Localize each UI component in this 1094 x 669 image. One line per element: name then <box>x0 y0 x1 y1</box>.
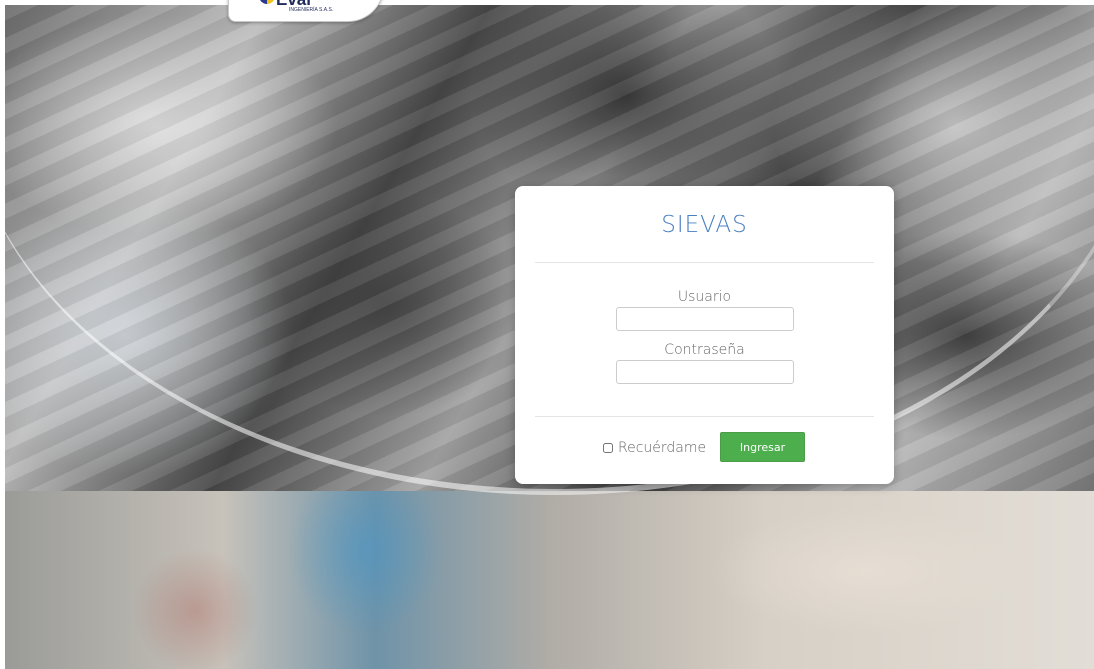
username-input[interactable] <box>616 307 794 331</box>
remember-me[interactable]: Recuérdame <box>603 440 706 456</box>
password-label: Contraseña <box>664 342 745 358</box>
login-card: SIEVAS Usuario Contraseña Recuérdame Ing… <box>515 186 894 484</box>
background-lower-area <box>5 491 1094 669</box>
logo-subtitle: INGENIERÍA S.A.S. <box>289 7 334 13</box>
logo-emblem-icon <box>259 0 275 4</box>
footer-divider <box>535 416 874 417</box>
header-divider <box>535 262 874 263</box>
company-logo: Eval INGENIERÍA S.A.S. <box>228 0 384 22</box>
remember-me-checkbox[interactable] <box>603 443 613 453</box>
remember-me-label: Recuérdame <box>618 440 707 456</box>
login-button[interactable]: Ingresar <box>720 432 805 462</box>
password-input[interactable] <box>616 360 794 384</box>
username-label: Usuario <box>677 289 732 305</box>
login-page: Eval INGENIERÍA S.A.S. SIEVAS Usuario Co… <box>0 0 1094 669</box>
app-title: SIEVAS <box>661 212 748 238</box>
